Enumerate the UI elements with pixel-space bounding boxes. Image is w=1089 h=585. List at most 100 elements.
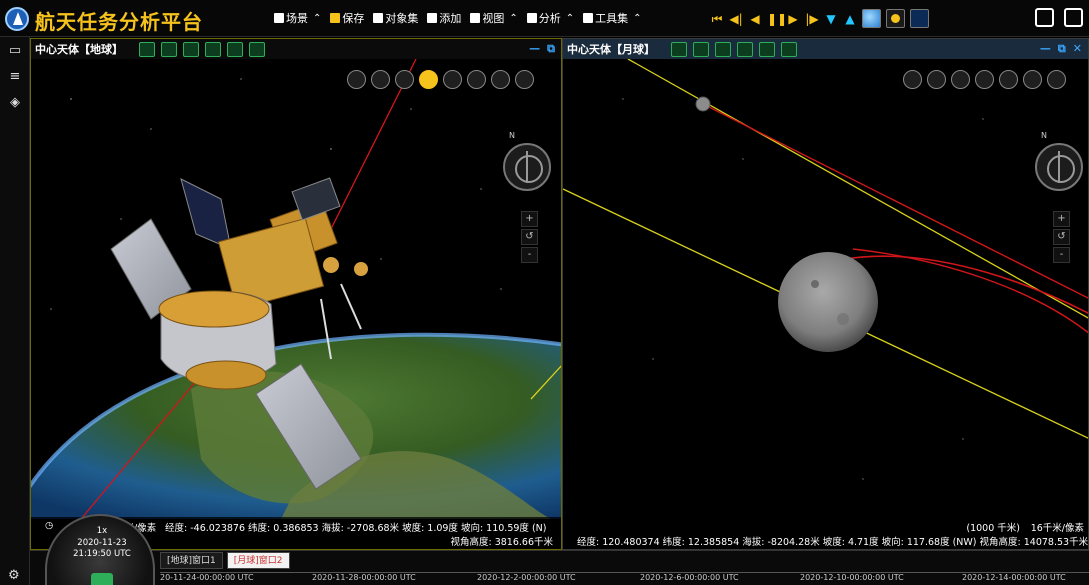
earth-compass[interactable]: [503, 143, 551, 191]
earth-window-controls: — ⧉: [529, 42, 555, 56]
menu-toolset-label: 工具集: [595, 12, 629, 25]
menu-analysis-label: 分析: [538, 12, 561, 25]
grid-icon[interactable]: [491, 70, 510, 89]
menu-save[interactable]: 保存: [330, 10, 364, 26]
menu-view[interactable]: 视图 ⌃: [470, 10, 518, 26]
ground-station-tool-icon[interactable]: [161, 41, 177, 57]
zoom-in-icon[interactable]: +: [521, 211, 538, 227]
tab-moon-window[interactable]: [月球]窗口2: [226, 552, 290, 569]
object-set-icon: [373, 13, 384, 23]
reset-zoom-icon[interactable]: ↺: [521, 229, 538, 245]
sensor-tool-icon[interactable]: [249, 41, 265, 57]
skip-end-icon[interactable]: ▼: [824, 11, 838, 27]
menu-icon[interactable]: ≡: [8, 70, 22, 83]
crosshair-icon[interactable]: [1023, 70, 1042, 89]
minimize-icon[interactable]: —: [529, 42, 540, 56]
zoom-out-icon[interactable]: -: [1053, 247, 1070, 263]
globe-mode-icon[interactable]: [951, 70, 970, 89]
home-icon[interactable]: [371, 70, 390, 89]
antenna-tool-icon[interactable]: [205, 41, 221, 57]
home-icon[interactable]: [927, 70, 946, 89]
day-night-icon[interactable]: [999, 70, 1018, 89]
menu-add-label: 添加: [439, 12, 462, 25]
layers-icon[interactable]: ◈: [8, 96, 22, 109]
app-title: 航天任务分析平台: [35, 10, 203, 34]
moon-compass[interactable]: [1035, 143, 1083, 191]
play-reverse-icon[interactable]: ◀: [748, 11, 762, 27]
ground-station-tool-icon[interactable]: [693, 41, 709, 57]
scene-icon: [274, 13, 284, 23]
reset-view-icon[interactable]: [903, 70, 922, 89]
speed-up-icon[interactable]: ▲: [843, 11, 857, 27]
save-icon: [330, 13, 341, 23]
earth-small-sphere: [695, 96, 711, 112]
crosshair-icon[interactable]: [467, 70, 486, 89]
chevron-up-icon: ⌃: [633, 12, 642, 24]
clock-play-button[interactable]: [91, 573, 113, 585]
compass-north-label: N: [1041, 131, 1047, 140]
radar-tool-icon[interactable]: [227, 41, 243, 57]
toolset-icon: [583, 13, 594, 23]
restore-icon[interactable]: ⧉: [547, 42, 555, 56]
clock-time: 21:19:50 UTC: [73, 549, 131, 559]
menu-toolset[interactable]: 工具集 ⌃: [583, 10, 642, 26]
moon-head-tools: [671, 41, 797, 57]
close-icon[interactable]: ✕: [1073, 42, 1082, 56]
globe-icon[interactable]: [862, 9, 881, 28]
view-icon: [470, 13, 481, 23]
antenna-tool-icon[interactable]: [737, 41, 753, 57]
earth-viewport-header: 中心天体【地球】 — ⧉: [31, 39, 561, 59]
radar-tool-icon[interactable]: [759, 41, 775, 57]
tab-earth-window[interactable]: [地球]窗口1: [160, 552, 223, 569]
skip-start-icon[interactable]: ⏮: [710, 11, 724, 27]
moon-zoom-controls: + ↺ -: [1053, 211, 1070, 263]
day-night-icon[interactable]: [443, 70, 462, 89]
north-tool-icon[interactable]: [183, 41, 199, 57]
rotate-icon[interactable]: [419, 70, 438, 89]
rotate-icon[interactable]: [975, 70, 994, 89]
chevron-up-icon: ⌃: [509, 12, 518, 24]
moon-scale-bar: (1000 千米): [966, 523, 1020, 534]
zoom-out-icon[interactable]: -: [521, 247, 538, 263]
step-forward-icon[interactable]: |▶: [805, 11, 819, 27]
earth-zoom-controls: + ↺ -: [521, 211, 538, 263]
orbit-line-red: [702, 103, 1088, 299]
monitor-icon[interactable]: [1035, 8, 1054, 27]
logout-icon[interactable]: [1064, 8, 1083, 27]
restore-icon[interactable]: ⧉: [1058, 42, 1066, 56]
sun-icon[interactable]: [886, 9, 905, 28]
sensor-tool-icon[interactable]: [781, 41, 797, 57]
reset-zoom-icon[interactable]: ↺: [1053, 229, 1070, 245]
minimize-icon[interactable]: —: [1040, 42, 1051, 56]
moon-icon[interactable]: [910, 9, 929, 28]
moon-viewport[interactable]: 中心天体【月球】 — ⧉ ✕ N + ↺ - (1000 千米) 16千米/像素…: [562, 38, 1089, 550]
globe-mode-icon[interactable]: [395, 70, 414, 89]
moon-scene: [563, 59, 1088, 480]
earth-coordinates: 经度: -46.023876 纬度: 0.386853 海拔: -2708.68…: [165, 523, 547, 534]
menu-object-set[interactable]: 对象集: [373, 10, 418, 26]
layers-view-icon[interactable]: [515, 70, 534, 89]
moon-status-bar: (1000 千米) 16千米/像素 经度: 120.480374 纬度: 12.…: [563, 517, 1088, 549]
reset-view-icon[interactable]: [347, 70, 366, 89]
menu-add[interactable]: 添加: [427, 10, 461, 26]
chevron-up-icon: ⌃: [565, 12, 575, 24]
play-icon[interactable]: ▶: [786, 11, 800, 27]
windows-icon[interactable]: ▭: [8, 44, 22, 57]
menu-save-label: 保存: [342, 12, 365, 25]
layers-view-icon[interactable]: [1047, 70, 1066, 89]
zoom-in-icon[interactable]: +: [1053, 211, 1070, 227]
earth-viewport[interactable]: 中心天体【地球】 — ⧉ N + ↺ - ◷ 经度: -46.023876 纬度…: [30, 38, 562, 550]
step-back-icon[interactable]: ◀|: [729, 11, 743, 27]
satellite-tool-icon[interactable]: [139, 41, 155, 57]
settings-gear-icon[interactable]: ⚙: [8, 568, 20, 583]
menu-analysis[interactable]: 分析 ⌃: [526, 10, 575, 26]
analysis-icon: [526, 13, 537, 23]
moon-crater: [811, 280, 819, 288]
north-tool-icon[interactable]: [715, 41, 731, 57]
pause-icon[interactable]: ❚❚: [767, 11, 787, 27]
timeline-tick: 20-11-24-00:00:00 UTC: [160, 573, 254, 582]
menu-scene[interactable]: 场景 ⌃: [274, 10, 321, 26]
menu-object-set-label: 对象集: [385, 12, 419, 25]
satellite-tool-icon[interactable]: [671, 41, 687, 57]
earth-viewport-title: 中心天体【地球】: [35, 43, 123, 56]
